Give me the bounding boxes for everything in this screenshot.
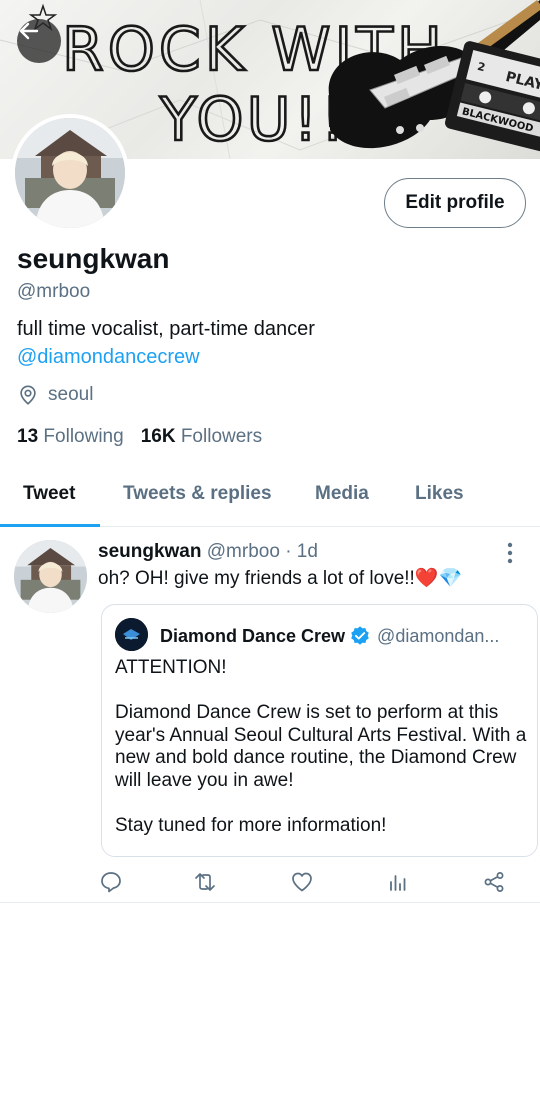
following-label: Following [43,426,124,447]
bio-mention-link[interactable]: @diamondancecrew [17,343,315,371]
tweet-author-avatar[interactable] [14,540,87,613]
bio-text: full time vocalist, part-time dancer [17,318,315,340]
share-icon[interactable] [482,870,506,894]
banner-headline-2: YOU!! [159,85,348,155]
verified-badge-icon [351,626,369,645]
tweet-actions [0,870,540,900]
tab-tweets[interactable]: Tweet [23,483,75,505]
following-count: 13 [17,426,39,447]
following-link[interactable]: 13 Following [17,426,124,448]
profile-photo [15,118,125,228]
quoted-text: ATTENTION! Diamond Dance Crew is set to … [115,657,530,860]
followers-link[interactable]: 16K Followers [141,426,262,448]
tweet-timestamp[interactable]: · 1d [285,541,318,562]
retweet-icon[interactable] [192,870,218,894]
profile-avatar[interactable] [11,114,129,232]
tweet-text: oh? OH! give my friends a lot of love!!❤… [98,568,463,589]
quoted-author-name: Diamond Dance Crew [160,625,346,646]
tab-tweets-replies[interactable]: Tweets & replies [123,483,272,505]
profile-tabs: Tweet Tweets & replies Media Likes [0,463,540,527]
tab-media[interactable]: Media [315,483,369,505]
reply-icon[interactable] [99,870,123,894]
diamond-crew-logo [115,618,148,651]
quoted-author-avatar [115,618,148,651]
edit-profile-button[interactable]: Edit profile [384,178,526,228]
tweet-author-photo [14,540,87,613]
quoted-paragraph: ATTENTION! [115,657,227,678]
quoted-tweet[interactable]: Diamond Dance Crew @diamondan... ATTENTI… [101,604,538,857]
arrow-left-icon [19,22,39,40]
analytics-icon[interactable] [386,870,410,894]
active-tab-indicator [0,524,100,527]
profile-display-name: seungkwan [17,243,170,274]
heart-icon[interactable] [290,870,314,894]
profile-handle: @mrboo [17,281,91,302]
quoted-paragraph: Stay tuned for more information! [115,814,387,836]
quoted-paragraph: Diamond Dance Crew is set to perform at … [115,702,527,791]
followers-label: Followers [180,426,263,447]
tweet[interactable]: seungkwan @mrboo · 1d oh? OH! give my fr… [0,528,540,903]
profile-stats: 13 Following 16K Followers [17,426,262,448]
tweet-author-handle[interactable]: @mrboo [207,541,280,562]
location-text: seoul [48,384,94,405]
tab-likes[interactable]: Likes [415,483,464,505]
tweet-header: seungkwan @mrboo · 1d [98,541,318,563]
quoted-author-handle: @diamondan... [377,625,500,646]
location-pin-icon [20,385,36,405]
profile-location: seoul [17,384,93,406]
more-vertical-icon[interactable] [502,542,518,564]
profile-bio: full time vocalist, part-time dancer @di… [17,315,315,371]
tweet-author-name[interactable]: seungkwan [98,541,201,562]
back-button[interactable] [17,19,61,63]
followers-count: 16K [140,426,176,447]
quoted-header: Diamond Dance Crew @diamondan... [160,625,499,647]
